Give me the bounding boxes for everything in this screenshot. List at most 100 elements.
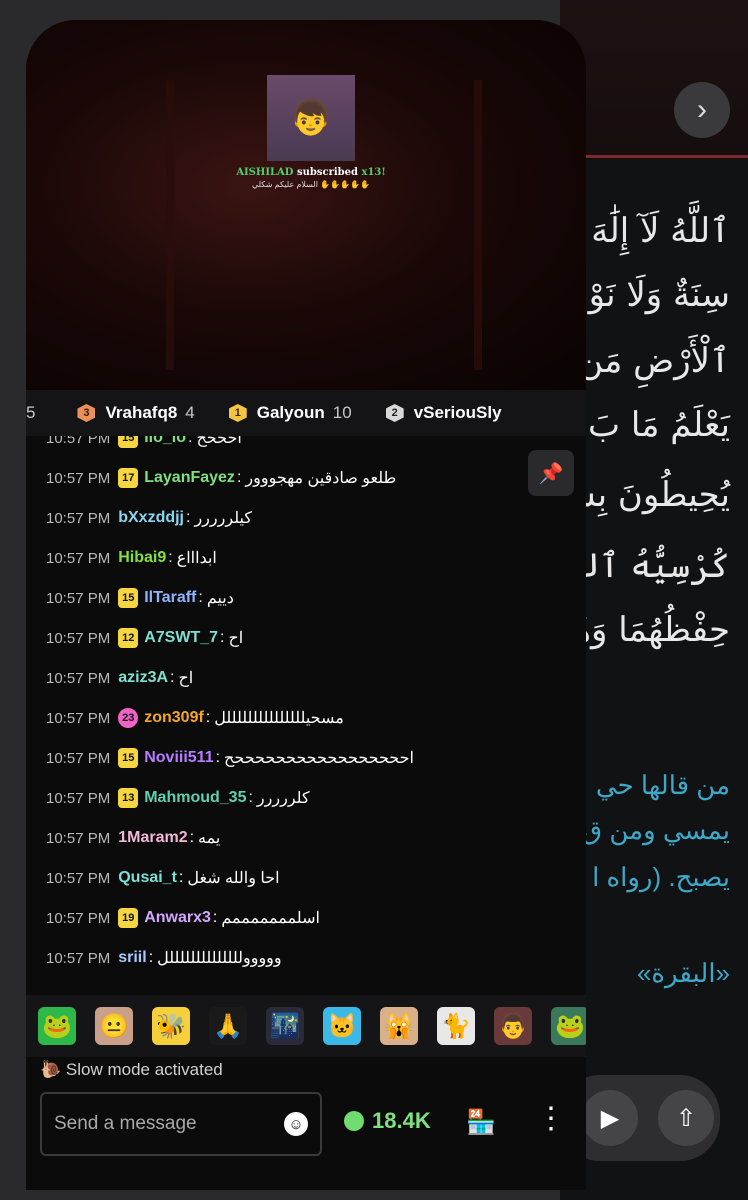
sub-alert-name: AISHILAD [236,167,294,178]
message-username[interactable]: Noviii511 [144,749,213,767]
leaderboard-score: 4 [185,403,195,422]
person-emote-icon[interactable]: 👨 [494,1007,532,1045]
message-username[interactable]: A7SWT_7 [144,629,218,647]
message-text: كلررررر [256,790,310,807]
message-text: احححح [196,436,242,447]
message-time: 10:57 PM [46,829,111,847]
chevron-right-icon[interactable]: › [674,82,730,138]
surah-label: «البقرة» [636,958,730,988]
verse-line: سِنَةٌ وَلَا نَوْ [588,275,730,315]
message-username[interactable]: 1Maram2 [118,829,187,847]
message-username[interactable]: llo_lo [144,436,186,447]
message-time: 10:57 PM [46,749,111,767]
message-username[interactable]: Qusai_t [118,869,177,887]
message-username[interactable]: bXxzddjj [118,509,184,527]
message-username[interactable]: aziz3A [118,669,168,687]
message-text: احا والله شغل [187,870,280,887]
pin-icon[interactable]: 📌 [528,450,574,496]
leaderboard-score: 5 [26,403,36,422]
message-time: 10:57 PM [46,589,111,607]
bee-emote-icon[interactable]: 🐝 [152,1007,190,1045]
stream-video[interactable]: 👦 AISHILAD subscribed x13! السلام عليكم … [26,20,586,390]
bg-header [560,0,748,160]
chat-message: 10:57 PM 15 Noviii511 : اححححححححححححححح… [46,748,414,768]
chat-message: 10:57 PM 15 llo_lo : احححح [46,436,242,458]
sub-badge-icon: 13 [118,788,139,808]
message-text: احححححححححححححححححح [224,750,414,767]
rank-badge-icon: 3 [77,404,96,422]
verse-line: ٱللَّهُ لَآ إِلَٰهَ إِ [570,211,730,251]
message-username[interactable]: Anwarx3 [144,909,211,927]
message-time: 10:57 PM [46,949,111,967]
message-username[interactable]: LayanFayez [144,469,235,487]
leaderboard-name: Galyoun [256,403,325,422]
sub-badge-icon: 15 [118,748,139,768]
verse-line: يَعْلَمُ مَا بَ [588,405,730,445]
chat-message: 10:57 PM 12 A7SWT_7 : اح [46,628,244,648]
message-text: اسلمممممممم [221,910,320,927]
chat-messages[interactable]: 10:57 PM 15 llo_lo : احححح 10:57 PM 17 L… [26,436,586,986]
message-username[interactable]: Mahmoud_35 [144,789,246,807]
leaderboard-item[interactable]: 5 [26,403,35,423]
message-text: مسحيلللللللللللللللل [214,710,344,727]
sub-badge-icon: 12 [118,628,139,648]
sub-badge-icon: 15 [118,436,139,448]
chat-message: 10:57 PM 1Maram2 : يمه [46,829,221,847]
leaderboard-item[interactable]: 1 Galyoun 10 [228,403,352,423]
message-input[interactable]: Send a message ☺ [40,1092,322,1156]
smiley-icon[interactable]: ☺ [284,1112,308,1136]
store-icon[interactable]: 🏪 [466,1108,496,1137]
message-username[interactable]: Hibai9 [118,549,166,567]
message-time: 10:57 PM [46,629,111,647]
leaderboard-score: 10 [332,403,352,422]
chat-message: 10:57 PM 17 LayanFayez : طلعو صادقين مهج… [46,468,397,488]
message-time: 10:57 PM [46,669,111,687]
message-time: 10:57 PM [46,709,111,727]
night-emote-icon[interactable]: 🌃 [266,1007,304,1045]
message-username[interactable]: zon309f [144,709,204,727]
stream-chat-panel: 👦 AISHILAD subscribed x13! السلام عليكم … [26,20,586,1190]
gift-leaderboard: 5 3 Vrahafq8 4 1 Galyoun 10 2 vSeriouSly [26,390,586,436]
more-vertical-icon[interactable]: ⋮ [536,1104,566,1134]
leaderboard-item[interactable]: 3 Vrahafq8 4 [77,403,195,423]
chat-message: 10:57 PM 15 IlTaraff : دييم [46,588,234,608]
message-time: 10:57 PM [46,509,111,527]
message-time: 10:57 PM [46,549,111,567]
play-icon[interactable]: ▶ [582,1090,638,1146]
sub-alert-line: AISHILAD subscribed x13! [236,167,386,178]
snail-icon: 🐌 [40,1060,62,1079]
sub-badge-icon: 17 [118,468,139,488]
channel-points[interactable]: 18.4K [344,1108,431,1134]
sub-alert-count: x13! [361,167,386,178]
share-icon[interactable]: ⇧ [658,1090,714,1146]
points-icon [344,1111,364,1131]
sub-alert-message: السلام عليكم شكلي ✋✋✋✋✋ [251,180,370,189]
message-username[interactable]: IlTaraff [144,589,196,607]
cat-emote-icon[interactable]: 🐱 [323,1007,361,1045]
message-text: دييم [206,590,234,607]
message-text: طلعو صادقين مهجووور [245,470,397,487]
frog-emote-icon[interactable]: 🐸 [38,1007,76,1045]
message-time: 10:57 PM [46,469,111,487]
gifter-badge-icon: 23 [118,708,139,728]
message-username[interactable]: sriil [118,949,146,967]
hadith-line: يمسي ومن ق [581,815,730,845]
message-text: كيلررررر [194,510,252,527]
message-input-placeholder: Send a message [54,1113,197,1134]
cat-scream-emote-icon[interactable]: 🙀 [380,1007,418,1045]
hands-emote-icon[interactable]: 🙏 [209,1007,247,1045]
pepe-emote-icon[interactable]: 🐸 [551,1007,586,1045]
chat-message: 10:57 PM 23 zon309f : مسحيلللللللللللللل… [46,708,344,728]
message-text: يمه [198,830,221,847]
chat-message: 10:57 PM 19 Anwarx3 : اسلمممممممم [46,908,320,928]
quran-app-background: › ٱللَّهُ لَآ إِلَٰهَ إِ سِنَةٌ وَلَا نَ… [560,0,748,1200]
leaderboard-item[interactable]: 2 vSeriouSly [385,403,510,423]
message-time: 10:57 PM [46,869,111,887]
cat-stare-emote-icon[interactable]: 🐈 [437,1007,475,1045]
face-emote-icon[interactable]: 😐 [95,1007,133,1045]
points-value: 18.4K [372,1108,431,1133]
subscriber-avatar: 👦 [267,75,355,161]
rank-badge-icon: 2 [385,404,404,422]
hadith-line: يصبح. (رواه ا [592,862,730,892]
emote-bar: 🐸 😐 🐝 🙏 🌃 🐱 🙀 🐈 👨 🐸 [26,995,586,1057]
